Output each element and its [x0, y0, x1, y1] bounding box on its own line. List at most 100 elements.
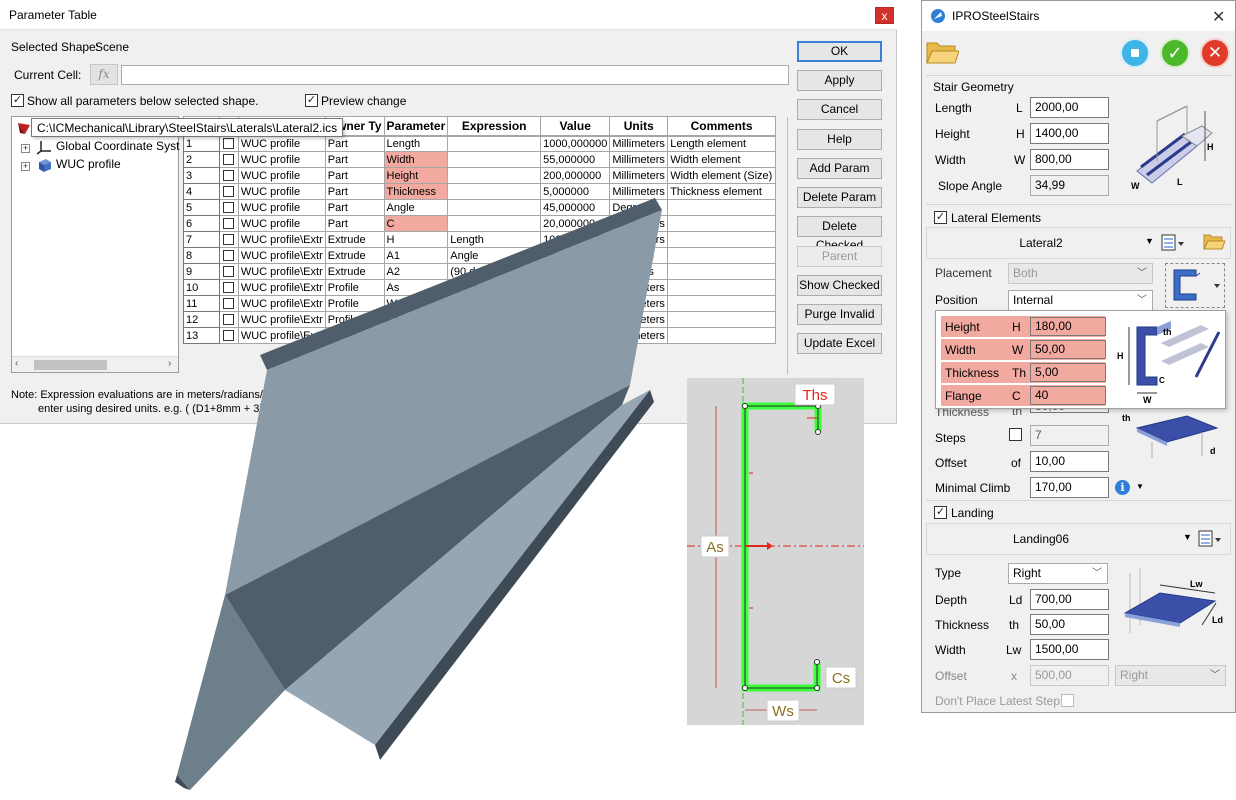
row-checkbox[interactable] [223, 138, 235, 150]
table-cell[interactable]: Part [324, 167, 385, 184]
tree-item-wuc-profile[interactable]: WUC profile [56, 157, 121, 171]
width-input[interactable]: 800,00 [1030, 149, 1109, 170]
cancel-button[interactable]: Cancel [797, 99, 882, 120]
landing-checkbox[interactable]: ✓ [934, 506, 947, 519]
close-icon[interactable]: ✕ [1212, 7, 1225, 27]
popup-height-input[interactable]: 180,00 [1030, 317, 1106, 336]
close-button[interactable]: x [875, 7, 894, 24]
length-input[interactable]: 2000,00 [1030, 97, 1109, 118]
table-cell[interactable]: Millimeters [609, 135, 669, 152]
tree-scrollbar[interactable]: ‹ › [12, 356, 178, 372]
dropdown-arrow-icon[interactable]: ▼ [1136, 482, 1144, 491]
table-cell[interactable]: 1000,000000 [540, 135, 611, 152]
help-button[interactable]: Help [797, 129, 882, 150]
landing-offset-input[interactable]: 500,00 [1030, 665, 1109, 686]
ok-button[interactable]: OK [797, 41, 882, 62]
info-icon[interactable]: i [1115, 480, 1130, 495]
position-select[interactable]: Internal ﹀ [1008, 290, 1153, 311]
table-cell[interactable]: Length [383, 135, 449, 152]
landing-library-icon[interactable] [1198, 530, 1224, 548]
table-cell[interactable]: Millimeters [609, 167, 669, 184]
table-cell[interactable]: Part [324, 135, 385, 152]
row-checkbox[interactable] [223, 170, 235, 182]
steps-checkbox[interactable] [1009, 428, 1022, 441]
table-cell[interactable] [447, 151, 542, 168]
table-cell[interactable]: 200,000000 [540, 167, 611, 184]
steps-input[interactable]: 7 [1030, 425, 1109, 446]
expand-toggle[interactable]: + [21, 144, 30, 153]
column-header[interactable]: Value [540, 116, 611, 137]
table-cell[interactable] [667, 231, 776, 248]
show-checked-button[interactable]: Show Checked [797, 275, 882, 296]
parent-button[interactable]: Parent [797, 246, 882, 267]
formula-button[interactable]: fx [90, 64, 118, 85]
landing-type-dropdown[interactable]: Landing06 ▼ [926, 523, 1231, 555]
landing-thickness-input[interactable]: 50,00 [1030, 614, 1109, 635]
popup-thickness-input[interactable]: 5,00 [1030, 363, 1106, 382]
add-param-button[interactable]: Add Param [797, 158, 882, 179]
table-cell[interactable] [447, 135, 542, 152]
table-cell[interactable]: 2 [183, 151, 220, 168]
table-cell[interactable] [667, 215, 776, 232]
table-cell[interactable] [667, 279, 776, 296]
scroll-thumb[interactable] [34, 360, 107, 370]
table-cell[interactable]: Width element (Size) [667, 167, 776, 184]
height-input[interactable]: 1400,00 [1030, 123, 1109, 144]
table-cell[interactable]: 1 [183, 135, 220, 152]
table-cell[interactable]: Length element [667, 135, 776, 152]
update-excel-button[interactable]: Update Excel [797, 333, 882, 354]
table-cell[interactable]: Width element [667, 151, 776, 168]
table-row[interactable]: 1 WUC profile Part Length 1000,000000 Millime… [183, 135, 776, 152]
table-cell[interactable]: 55,000000 [540, 151, 611, 168]
current-cell-input[interactable] [121, 65, 789, 85]
lateral-library-icon[interactable] [1161, 234, 1187, 252]
column-header[interactable]: Expression [447, 116, 542, 137]
profile-type-selector[interactable] [1165, 263, 1225, 308]
landing-type-select[interactable]: Right ﹀ [1008, 563, 1108, 584]
table-cell[interactable] [667, 199, 776, 216]
open-folder-icon[interactable] [1202, 230, 1226, 252]
purge-invalid-button[interactable]: Purge Invalid [797, 304, 882, 325]
offset-input[interactable]: 10,00 [1030, 451, 1109, 472]
table-cell[interactable] [447, 167, 542, 184]
open-folder-icon[interactable] [925, 35, 959, 67]
row-checkbox[interactable] [223, 154, 235, 166]
table-cell[interactable]: Width [383, 151, 449, 168]
expand-toggle[interactable]: + [21, 162, 30, 171]
table-cell[interactable]: Millimeters [609, 151, 669, 168]
table-cell[interactable]: Part [324, 151, 385, 168]
tree-item-global-coordinate[interactable]: Global Coordinate Syst [56, 139, 179, 153]
table-cell[interactable]: Height [383, 167, 449, 184]
table-cell[interactable]: WUC profile [237, 167, 326, 184]
lateral-elements-checkbox[interactable]: ✓ [934, 211, 947, 224]
table-cell[interactable]: WUC profile [237, 135, 326, 152]
table-cell[interactable] [667, 311, 776, 328]
landing-offset-side-select[interactable]: Right ﹀ [1115, 665, 1226, 686]
depth-input[interactable]: 700,00 [1030, 589, 1109, 610]
table-cell[interactable] [667, 327, 776, 344]
info-button[interactable] [1120, 38, 1150, 68]
delete-checked-button[interactable]: Delete Checked [797, 216, 882, 252]
column-header[interactable]: Comments [667, 116, 776, 137]
table-cell[interactable] [667, 295, 776, 312]
column-header[interactable]: Units [609, 116, 669, 137]
cancel-button[interactable]: ✕ [1200, 38, 1230, 68]
table-row[interactable]: 2 WUC profile Part Width 55,000000 Millimeter… [183, 151, 776, 168]
preview-change-checkbox[interactable]: ✓ [305, 94, 318, 107]
table-cell[interactable]: Thickness element [667, 183, 776, 200]
table-cell[interactable]: 3 [183, 167, 220, 184]
column-header[interactable]: Parameter [383, 116, 449, 137]
table-cell[interactable]: WUC profile [237, 151, 326, 168]
latest-step-checkbox[interactable] [1061, 694, 1074, 707]
table-cell[interactable] [667, 247, 776, 264]
table-cell[interactable] [667, 263, 776, 280]
accept-button[interactable]: ✓ [1160, 38, 1190, 68]
table-row[interactable]: 3 WUC profile Part Height 200,000000 Millimet… [183, 167, 776, 184]
minimal-climb-input[interactable]: 170,00 [1030, 477, 1109, 498]
show-all-checkbox[interactable]: ✓ [11, 94, 24, 107]
apply-button[interactable]: Apply [797, 70, 882, 91]
scroll-left-icon[interactable]: ‹ [15, 358, 18, 369]
placement-select[interactable]: Both ﹀ [1008, 263, 1153, 284]
popup-width-input[interactable]: 50,00 [1030, 340, 1106, 359]
popup-flange-input[interactable]: 40 [1030, 386, 1106, 405]
